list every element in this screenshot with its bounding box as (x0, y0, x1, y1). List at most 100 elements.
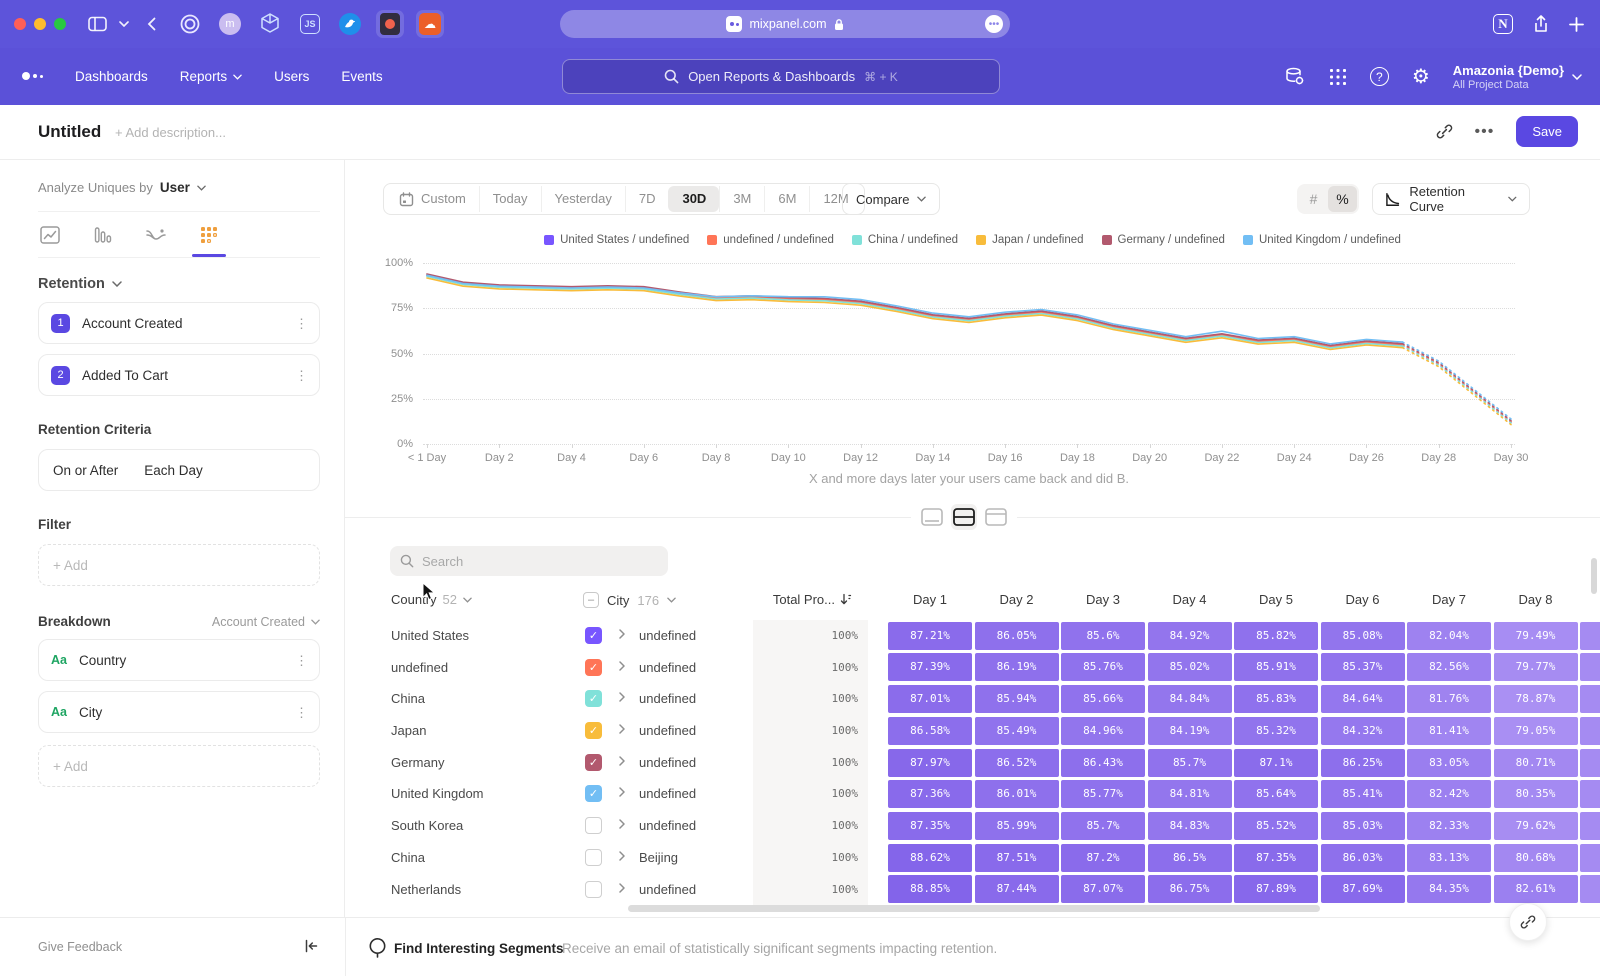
row-country[interactable]: Japan (391, 715, 426, 747)
day-column-header[interactable]: Day 7 (1407, 592, 1491, 607)
breakdown-property-name[interactable]: City (79, 705, 295, 720)
step-options-icon[interactable]: ⋮ (295, 318, 307, 329)
compare-button[interactable]: Compare (842, 183, 940, 215)
global-search-button[interactable]: Open Reports & Dashboards ⌘ + K (562, 59, 1000, 94)
row-country[interactable]: South Korea (391, 810, 463, 842)
back-icon[interactable] (147, 17, 156, 31)
minimize-window-button[interactable] (34, 18, 46, 30)
row-city[interactable]: undefined (639, 810, 696, 842)
zoom-window-button[interactable] (54, 18, 66, 30)
expand-row-icon[interactable] (619, 756, 625, 766)
row-city[interactable]: undefined (639, 874, 696, 906)
extension-soundcloud-icon[interactable]: ☁ (416, 10, 444, 38)
nav-item-dashboards[interactable]: Dashboards (75, 69, 148, 84)
expand-row-icon[interactable] (619, 787, 625, 797)
row-country[interactable]: Germany (391, 747, 444, 779)
step-options-icon[interactable]: ⋮ (295, 370, 307, 381)
breakdown-options-icon[interactable]: ⋮ (295, 655, 307, 666)
range-button-yesterday[interactable]: Yesterday (541, 186, 625, 212)
browser-sidebar-icon[interactable] (88, 16, 107, 32)
city-column-header[interactable]: – City 176 (583, 592, 676, 608)
new-tab-icon[interactable] (1569, 17, 1584, 32)
day-column-header[interactable]: Day 5 (1234, 592, 1318, 607)
extension-avatar-icon[interactable]: m (216, 10, 244, 38)
chart-type-select[interactable]: Retention Curve (1372, 183, 1530, 215)
retention-line-chart[interactable] (423, 263, 1515, 444)
address-bar[interactable]: mixpanel.com ••• (560, 10, 1010, 38)
row-checkbox[interactable] (585, 849, 602, 866)
range-button-3m[interactable]: 3M (719, 186, 764, 212)
extension-target-icon[interactable] (176, 10, 204, 38)
day-column-header[interactable]: Day 4 (1148, 592, 1232, 607)
legend-item[interactable]: China / undefined (852, 234, 958, 246)
row-city[interactable]: undefined (639, 747, 696, 779)
legend-item[interactable]: Japan / undefined (976, 234, 1083, 246)
breakdown-city[interactable]: Aa City ⋮ (38, 691, 320, 733)
report-title[interactable]: Untitled (38, 122, 101, 142)
extension-js-icon[interactable]: JS (296, 10, 324, 38)
add-filter-button[interactable]: + Add (38, 544, 320, 586)
give-feedback-link[interactable]: Give Feedback (38, 940, 122, 954)
breakdown-country[interactable]: Aa Country ⋮ (38, 639, 320, 681)
add-breakdown-button[interactable]: + Add (38, 745, 320, 787)
legend-item[interactable]: United States / undefined (544, 234, 689, 246)
legend-item[interactable]: Germany / undefined (1102, 234, 1225, 246)
row-checkbox[interactable]: ✓ (585, 659, 602, 676)
split-view-button[interactable] (951, 504, 977, 530)
day-column-header[interactable]: Day 6 (1321, 592, 1405, 607)
expand-row-icon[interactable] (619, 661, 625, 671)
extension-cube-icon[interactable] (256, 10, 284, 38)
row-checkbox[interactable]: ✓ (585, 754, 602, 771)
day-column-header[interactable]: Day 2 (975, 592, 1059, 607)
breakdown-property-name[interactable]: Country (79, 653, 295, 668)
row-checkbox[interactable]: ✓ (585, 690, 602, 707)
retention-step-a[interactable]: 1 Account Created ⋮ (38, 302, 320, 344)
row-country[interactable]: China (391, 683, 425, 715)
row-country[interactable]: United Kingdom (391, 778, 484, 810)
horizontal-scrollbar[interactable] (628, 905, 1320, 912)
day-column-header[interactable]: Day 3 (1061, 592, 1145, 607)
tab-flows[interactable] (146, 227, 166, 255)
total-column-header[interactable]: Total Pro... (753, 592, 853, 607)
table-search-input[interactable] (422, 554, 642, 569)
help-icon[interactable]: ? (1370, 67, 1389, 86)
more-options-icon[interactable]: ••• (1475, 123, 1495, 141)
collapse-sidebar-icon[interactable] (303, 938, 319, 954)
window-controls[interactable] (14, 18, 66, 30)
row-country[interactable]: United States (391, 620, 469, 652)
find-segments-title[interactable]: Find Interesting Segments (394, 941, 564, 956)
range-button-30d[interactable]: 30D (668, 186, 719, 212)
row-country[interactable]: Netherlands (391, 874, 461, 906)
add-description-button[interactable]: + Add description... (115, 125, 226, 140)
range-button-7d[interactable]: 7D (625, 186, 669, 212)
nav-item-users[interactable]: Users (274, 69, 309, 84)
nav-item-events[interactable]: Events (341, 69, 382, 84)
row-city[interactable]: undefined (639, 715, 696, 747)
expand-row-icon[interactable] (619, 629, 625, 639)
row-checkbox[interactable]: ✓ (585, 785, 602, 802)
save-button[interactable]: Save (1516, 116, 1578, 147)
criteria-condition-select[interactable]: On or After (53, 463, 118, 478)
project-switcher[interactable]: Amazonia {Demo} All Project Data (1453, 63, 1582, 91)
legend-item[interactable]: United Kingdom / undefined (1243, 234, 1401, 246)
row-city[interactable]: undefined (639, 620, 696, 652)
range-button-6m[interactable]: 6M (764, 186, 809, 212)
expand-row-icon[interactable] (619, 851, 625, 861)
expand-row-icon[interactable] (619, 819, 625, 829)
site-options-icon[interactable]: ••• (985, 15, 1003, 33)
row-checkbox[interactable] (585, 817, 602, 834)
expand-row-icon[interactable] (619, 692, 625, 702)
row-checkbox[interactable] (585, 881, 602, 898)
range-button-today[interactable]: Today (479, 186, 541, 212)
breakdown-options-icon[interactable]: ⋮ (295, 707, 307, 718)
copy-link-icon[interactable] (1436, 123, 1453, 140)
table-search[interactable] (390, 546, 668, 576)
percent-toggle-button[interactable]: % (1328, 186, 1357, 212)
select-all-checkbox[interactable]: – (583, 592, 599, 608)
row-city[interactable]: Beijing (639, 842, 678, 874)
range-button-custom[interactable]: Custom (386, 186, 479, 212)
chevron-down-icon[interactable] (119, 21, 129, 27)
retention-criteria-card[interactable]: On or After Each Day (38, 449, 320, 491)
row-checkbox[interactable]: ✓ (585, 722, 602, 739)
legend-item[interactable]: undefined / undefined (707, 234, 834, 246)
